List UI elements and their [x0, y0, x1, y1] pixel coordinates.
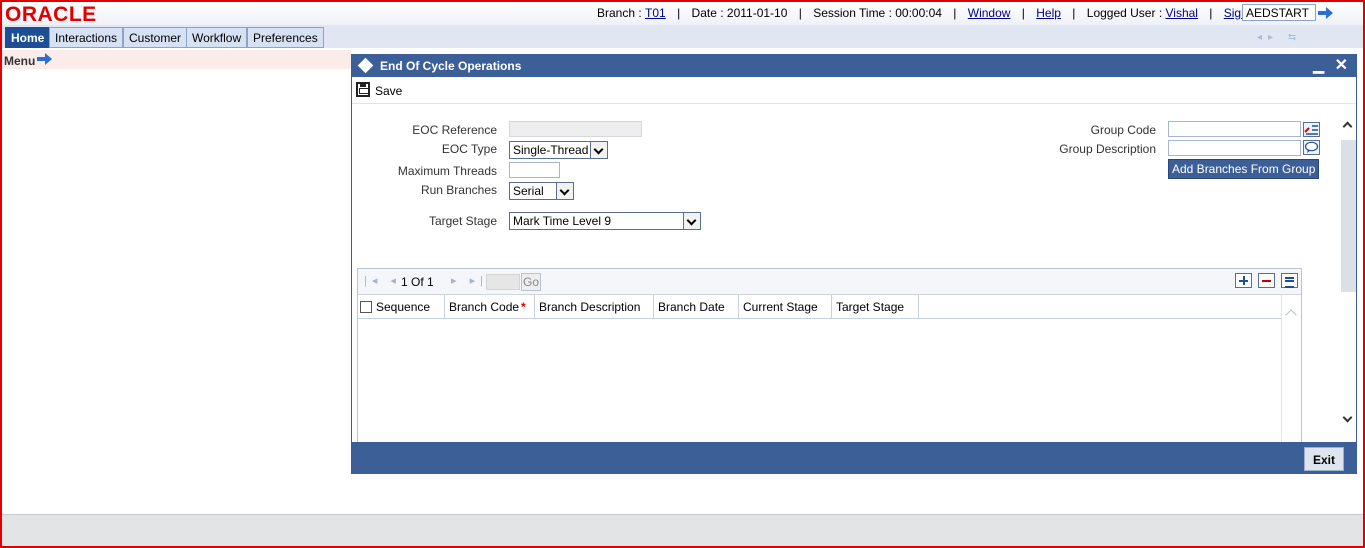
speech-bubble-icon [1304, 141, 1319, 153]
single-view-icon[interactable] [1281, 273, 1298, 288]
col-branch-code-label: Branch Code [449, 300, 520, 314]
dialog-diamond-icon [357, 57, 374, 74]
main-tab-bar: Home Interactions Customer Workflow Pref… [2, 25, 1363, 49]
group-code-label: Group Code [1090, 123, 1156, 137]
menu-label[interactable]: Menu [4, 54, 35, 68]
eoc-type-value: Single-Thread [513, 143, 589, 157]
col-target-stage-label: Target Stage [836, 300, 905, 314]
menu-arrow-icon[interactable] [37, 53, 53, 65]
select-all-checkbox[interactable] [360, 301, 372, 313]
col-branch-date[interactable]: Branch Date [654, 295, 739, 319]
help-link[interactable]: Help [1036, 6, 1061, 20]
col-sequence-label: Sequence [376, 300, 431, 314]
maximum-threads-input[interactable] [509, 162, 560, 178]
separator: | [1021, 5, 1025, 20]
run-branches-select[interactable]: Serial [509, 182, 574, 200]
branch-label: Branch : [597, 5, 646, 20]
tab-interactions[interactable]: Interactions [49, 27, 124, 48]
status-bar [2, 514, 1363, 546]
add-row-icon[interactable] [1235, 273, 1252, 288]
tab-home[interactable]: Home [5, 27, 51, 48]
delete-row-icon[interactable] [1258, 273, 1275, 288]
col-branch-date-label: Branch Date [658, 300, 725, 314]
session-info-bar: Branch : T01 | Date : 2011-01-10 | Sessi… [597, 5, 1267, 20]
required-marker: * [521, 300, 526, 314]
col-sequence[interactable]: Sequence [358, 295, 445, 319]
close-icon[interactable]: ✕ [1335, 55, 1348, 75]
target-stage-value: Mark Time Level 9 [513, 214, 612, 228]
logged-user-label: Logged User : [1086, 5, 1166, 20]
col-branch-description[interactable]: Branch Description [535, 295, 654, 319]
chevron-down-icon[interactable] [556, 183, 573, 199]
minimize-icon[interactable]: ▁ [1313, 57, 1324, 74]
maximum-threads-label: Maximum Threads [397, 164, 497, 178]
separator: | [677, 5, 681, 20]
session-time-label: Session Time : [813, 5, 896, 20]
page-number-input[interactable] [486, 274, 520, 290]
save-button[interactable]: Save [375, 84, 402, 98]
eoc-type-label: EOC Type [441, 142, 497, 156]
date-label: Date : [691, 5, 727, 20]
tab-workflow[interactable]: Workflow [186, 27, 248, 48]
session-time-value: 00:00:04 [895, 5, 942, 20]
page-indicator: 1 Of 1 [401, 275, 434, 289]
run-branches-value: Serial [513, 184, 544, 198]
group-description-label: Group Description [1059, 142, 1156, 156]
branch-link[interactable]: T01 [645, 6, 666, 20]
tab-scroll-arrows-icon[interactable]: ◂▸ ⇆ [1257, 32, 1302, 43]
run-branches-label: Run Branches [420, 183, 497, 197]
chevron-down-icon[interactable] [683, 213, 700, 229]
grid-pager: |◂ ◂ 1 Of 1 ▸ ▸| Go [358, 269, 1301, 295]
eoc-type-select[interactable]: Single-Thread [509, 141, 608, 159]
dialog-title: End Of Cycle Operations [380, 59, 522, 73]
scroll-up-icon[interactable] [1342, 121, 1353, 132]
dialog-title-bar[interactable]: End Of Cycle Operations ▁ ✕ [352, 55, 1356, 77]
tab-preferences[interactable]: Preferences [247, 27, 324, 48]
add-branches-from-group-button[interactable]: Add Branches From Group [1168, 159, 1320, 179]
target-stage-select[interactable]: Mark Time Level 9 [509, 212, 701, 230]
go-button[interactable]: Go [521, 273, 541, 291]
menu-bar[interactable]: Menu [2, 50, 351, 69]
eoc-reference-input[interactable] [509, 121, 642, 137]
logged-user-link[interactable]: Vishal [1165, 6, 1197, 20]
col-branch-code[interactable]: Branch Code * [445, 295, 535, 319]
chevron-down-icon[interactable] [590, 142, 607, 158]
top-header: ORACLE Branch : T01 | Date : 2011-01-10 … [2, 2, 1363, 26]
separator: | [798, 5, 802, 20]
grid-scrollbar[interactable] [1281, 295, 1301, 443]
date-value: 2011-01-10 [726, 5, 788, 20]
function-id-input[interactable]: AEDSTART [1242, 4, 1316, 21]
window-link[interactable]: Window [968, 6, 1011, 20]
branch-grid: |◂ ◂ 1 Of 1 ▸ ▸| Go Sequence Branch Code… [357, 268, 1302, 443]
eoc-operations-dialog: End Of Cycle Operations ▁ ✕ Save EOC Ref… [351, 54, 1357, 474]
group-description-input[interactable] [1168, 140, 1301, 156]
first-prev-page-icon[interactable]: |◂ ◂ [364, 274, 401, 287]
list-of-values-icon [1304, 125, 1318, 135]
save-icon[interactable] [356, 82, 370, 97]
tab-customer[interactable]: Customer [123, 27, 188, 48]
oracle-logo: ORACLE [5, 3, 97, 26]
scroll-thumb[interactable] [1341, 140, 1356, 292]
separator: | [1209, 5, 1213, 20]
separator: | [1072, 5, 1076, 20]
comment-icon[interactable] [1303, 140, 1320, 155]
dialog-scrollbar[interactable] [1340, 106, 1356, 440]
col-current-stage-label: Current Stage [743, 300, 818, 314]
separator: | [953, 5, 957, 20]
go-arrow-icon[interactable] [1318, 7, 1334, 19]
next-last-page-icon[interactable]: ▸ ▸| [451, 274, 488, 287]
col-current-stage[interactable]: Current Stage [739, 295, 832, 319]
scroll-down-icon[interactable] [1342, 412, 1353, 423]
eoc-reference-label: EOC Reference [412, 123, 497, 137]
dialog-footer: Exit [352, 442, 1356, 473]
col-branch-description-label: Branch Description [539, 300, 641, 314]
dialog-toolbar: Save [352, 77, 1356, 104]
group-code-lov-icon[interactable] [1303, 122, 1320, 137]
group-code-input[interactable] [1168, 121, 1301, 137]
target-stage-label: Target Stage [428, 214, 497, 228]
col-target-stage[interactable]: Target Stage [832, 295, 919, 319]
exit-button[interactable]: Exit [1304, 447, 1344, 471]
scroll-up-icon[interactable] [1285, 309, 1297, 321]
grid-header-row: Sequence Branch Code * Branch Description… [358, 295, 1281, 319]
